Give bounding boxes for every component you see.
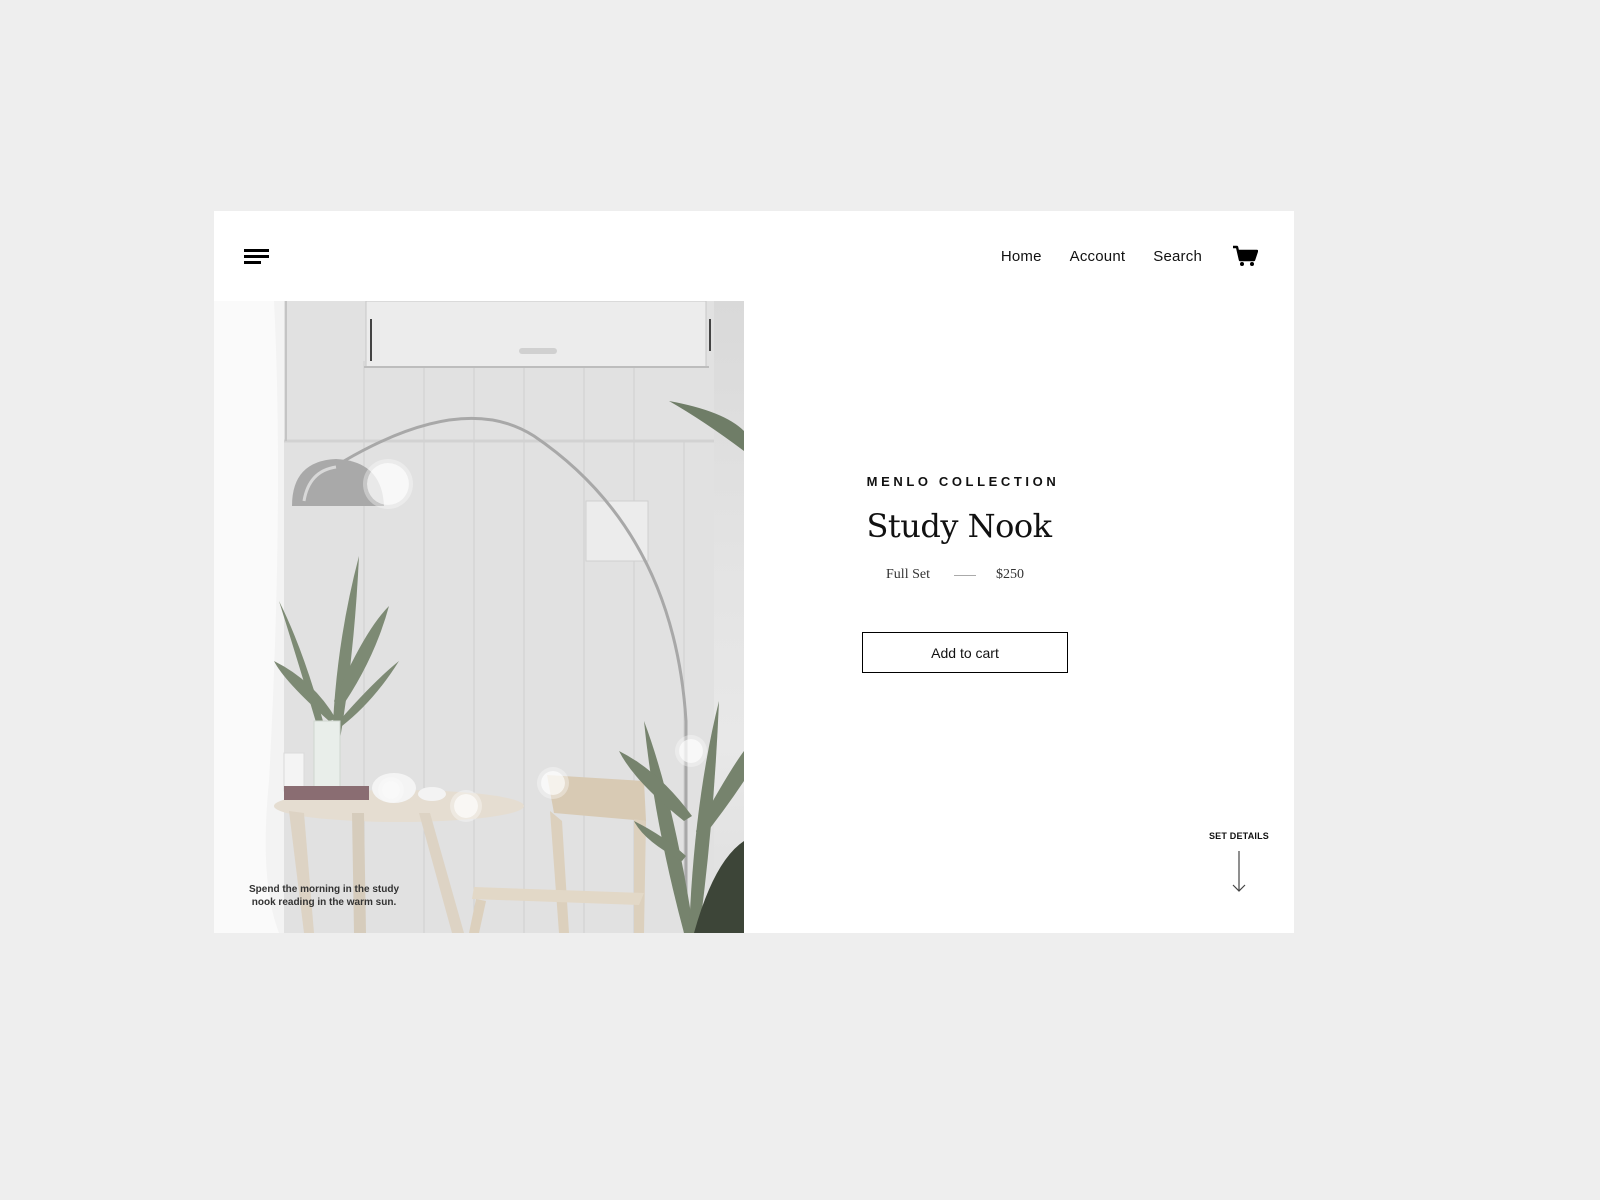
hamburger-line xyxy=(244,255,269,258)
product-title: Study Nook xyxy=(866,507,1052,545)
hotspot-teapot[interactable] xyxy=(382,781,400,799)
photo-caption: Spend the morning in the study nook read… xyxy=(249,884,399,908)
nav-search-link[interactable]: Search xyxy=(1153,248,1202,265)
nav-account-link[interactable]: Account xyxy=(1070,248,1126,265)
price: $250 xyxy=(995,567,1024,582)
product-info: MENLO COLLECTION Study Nook Full Set $25… xyxy=(854,474,1064,583)
hamburger-line xyxy=(244,261,261,264)
hotspot-chair[interactable] xyxy=(541,771,565,795)
set-details-link[interactable]: SET DETAILS xyxy=(1204,831,1274,893)
arrow-down-icon xyxy=(1232,851,1246,892)
hotspot-lamp[interactable] xyxy=(367,463,409,505)
hotspot-table[interactable] xyxy=(454,794,478,818)
collection-name: MENLO COLLECTION xyxy=(866,474,1060,489)
shopping-cart-icon[interactable] xyxy=(1232,245,1259,267)
separator-dash xyxy=(953,574,976,576)
hero-photo: Spend the morning in the study nook read… xyxy=(214,301,744,933)
add-to-cart-button[interactable]: Add to cart xyxy=(862,632,1068,673)
hotspot-plant[interactable] xyxy=(679,739,703,763)
price-row: Full Set $250 xyxy=(850,567,1060,583)
variant-label: Full Set xyxy=(886,567,930,582)
hamburger-menu-icon xyxy=(244,249,269,252)
menu-button[interactable] xyxy=(244,249,269,265)
study-nook-illustration xyxy=(214,301,744,933)
top-nav: Home Account Search xyxy=(1001,243,1259,269)
product-page-card: Home Account Search Spend the morning in… xyxy=(214,211,1294,933)
nav-home-link[interactable]: Home xyxy=(1001,248,1042,265)
set-details-label: SET DETAILS xyxy=(1208,831,1270,841)
